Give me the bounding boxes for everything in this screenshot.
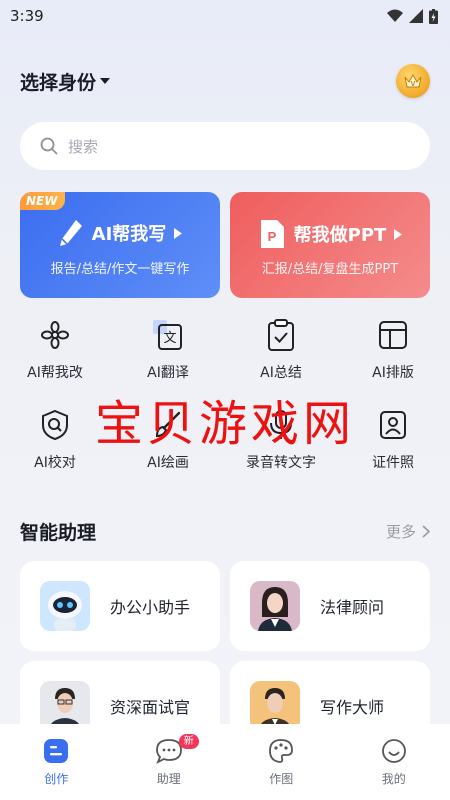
shield-check-icon (38, 408, 72, 442)
play-arrow-icon (394, 228, 403, 240)
ai-write-subtitle: 报告/总结/作文一键写作 (50, 262, 190, 277)
brush-icon (151, 408, 185, 442)
status-icons (387, 8, 438, 24)
new-badge: 新 (178, 734, 199, 749)
smile-icon (381, 739, 406, 763)
assistant-card-legal[interactable]: 法律顾问 (230, 561, 430, 651)
ppt-title: P 帮我做PPT (230, 218, 430, 250)
chevron-right-icon (422, 524, 430, 538)
tool-ai-layout[interactable]: AI排版 (338, 318, 448, 390)
search-placeholder: 搜索 (68, 137, 99, 156)
status-bar: 3:39 (0, 0, 450, 32)
assistants-header: 智能助理 更多 (20, 516, 430, 546)
create-icon (44, 739, 69, 763)
search-bar[interactable]: 搜索 (20, 122, 430, 170)
play-arrow-icon (174, 227, 183, 239)
tab-draw[interactable]: 作图 (241, 738, 321, 787)
pen-icon (59, 220, 82, 246)
tool-ai-edit[interactable]: AI帮我改 (0, 318, 110, 390)
caret-down-icon (100, 78, 111, 84)
svg-text:文: 文 (163, 331, 176, 346)
status-time: 3:39 (10, 7, 44, 25)
tool-ai-translate[interactable]: 文 AI翻译 (113, 318, 223, 390)
section-title: 智能助理 (20, 521, 97, 544)
new-badge: NEW (20, 192, 66, 210)
battery-icon (429, 8, 438, 24)
tool-ai-proofread[interactable]: AI校对 (0, 408, 110, 480)
flower-edit-icon (38, 318, 72, 352)
svg-text:P: P (267, 229, 276, 244)
id-photo-icon (376, 408, 410, 442)
ai-write-card[interactable]: NEW AI帮我写 报告/总结/作文一键写作 (20, 192, 220, 298)
lawyer-avatar (250, 581, 300, 631)
search-icon (40, 137, 58, 155)
ai-write-title: AI帮我写 (20, 218, 220, 248)
signal-icon (409, 9, 423, 23)
microphone-icon (264, 408, 298, 442)
tab-profile[interactable]: 我的 (354, 738, 434, 787)
ppt-card[interactable]: P 帮我做PPT 汇报/总结/复盘生成PPT (230, 192, 430, 298)
bottom-tab-bar: 创作 新 助理 作图 我的 (0, 724, 450, 800)
clipboard-check-icon (264, 318, 298, 352)
more-link[interactable]: 更多 (386, 521, 430, 542)
wifi-icon (387, 9, 403, 22)
ppt-file-icon: P (260, 220, 284, 248)
tool-id-photo[interactable]: 证件照 (338, 408, 448, 480)
palette-icon (269, 739, 294, 763)
identity-selector[interactable]: 选择身份 (20, 68, 111, 95)
svg-text:V: V (411, 81, 416, 88)
layout-icon (376, 318, 410, 352)
identity-label: 选择身份 (20, 71, 97, 94)
tool-ai-summary[interactable]: AI总结 (226, 318, 336, 390)
ppt-subtitle: 汇报/总结/复盘生成PPT (261, 262, 399, 277)
assistant-card-office[interactable]: 办公小助手 (20, 561, 220, 651)
tool-voice-to-text[interactable]: 录音转文字 (226, 408, 336, 480)
tab-create[interactable]: 创作 (16, 738, 96, 787)
crown-badge-icon[interactable]: V (396, 64, 430, 98)
translate-icon: 文 (151, 318, 185, 352)
tool-ai-paint[interactable]: AI绘画 (113, 408, 223, 480)
tab-assistant[interactable]: 新 助理 (129, 734, 209, 787)
header: 选择身份 V (20, 62, 430, 100)
robot-avatar (40, 581, 90, 631)
